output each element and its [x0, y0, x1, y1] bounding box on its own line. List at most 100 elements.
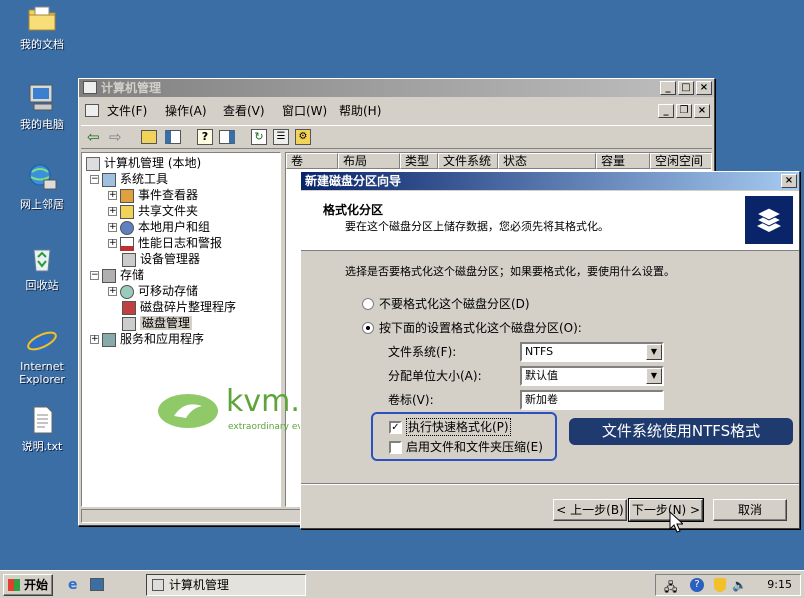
desktop-icon-readme[interactable]: 说明.txt [6, 404, 78, 453]
expand-icon[interactable]: + [108, 287, 117, 296]
disk-stack-icon [745, 196, 793, 244]
settings-icon[interactable]: ⚙ [295, 129, 311, 145]
menu-view[interactable]: 查看(V) [223, 101, 265, 121]
annotation-text: 文件系统使用NTFS格式 [601, 422, 761, 440]
expand-icon[interactable]: + [108, 223, 117, 232]
volume-tray-icon[interactable]: 🔈 [732, 578, 747, 592]
tree-item-services[interactable]: + 服务和应用程序 [90, 331, 204, 347]
removable-storage-icon [120, 284, 134, 299]
allocation-unit-select[interactable]: 默认值 ▼ [520, 366, 664, 386]
tree-item-label: 存储 [120, 268, 145, 282]
main-title-bar[interactable]: 计算机管理 _ □ × [79, 79, 714, 97]
menu-action[interactable]: 操作(A) [165, 101, 207, 121]
start-button[interactable]: 开始 [3, 574, 53, 596]
tree-item-performance-logs[interactable]: + 性能日志和警报 [108, 235, 222, 251]
column-header-layout[interactable]: 布局 [338, 153, 400, 169]
properties-icon[interactable] [219, 130, 235, 144]
export-icon[interactable]: ☰ [273, 129, 289, 145]
collapse-icon[interactable]: − [90, 175, 99, 184]
column-header-free-space[interactable]: 空闲空间 [650, 153, 711, 169]
clock: 9:15 [767, 578, 792, 591]
desktop-icon-label: Internet Explorer [19, 360, 65, 386]
network-tray-icon[interactable]: 🖧 [664, 578, 677, 598]
menu-help[interactable]: 帮助(H) [339, 101, 381, 121]
child-restore-button[interactable]: ❐ [676, 104, 692, 118]
menu-window[interactable]: 窗口(W) [282, 101, 327, 121]
desktop-icon-recycle-bin[interactable]: 回收站 [6, 243, 78, 292]
dropdown-arrow-icon[interactable]: ▼ [646, 368, 662, 384]
next-button[interactable]: 下一步(N) > [628, 498, 704, 522]
child-close-button[interactable]: × [694, 104, 710, 118]
wizard-title-bar[interactable]: 新建磁盘分区向导 × [301, 172, 799, 190]
collapse-icon[interactable]: − [90, 271, 99, 280]
compression-label[interactable]: 启用文件和文件夹压缩(E) [406, 438, 543, 456]
taskbar: 开始 e 计算机管理 🖧 ? 🔈 9:15 [0, 570, 804, 598]
storage-icon [102, 268, 116, 283]
event-viewer-icon [120, 188, 134, 203]
help-tray-icon[interactable]: ? [690, 578, 704, 592]
tree-item-storage[interactable]: − 存储 [90, 267, 144, 283]
radio-format-label[interactable]: 按下面的设置格式化这个磁盘分区(O): [379, 319, 582, 337]
quick-format-label[interactable]: 执行快速格式化(P) [406, 418, 511, 436]
quicklaunch-ie-icon[interactable]: e [68, 577, 78, 593]
expand-icon[interactable]: + [108, 239, 117, 248]
expand-icon[interactable]: + [108, 191, 117, 200]
tree-item-label: 本地用户和组 [138, 220, 211, 234]
maximize-button[interactable]: □ [678, 81, 694, 95]
taskbar-task-computer-management[interactable]: 计算机管理 [146, 574, 306, 596]
tree-item-removable-storage[interactable]: + 可移动存储 [108, 283, 198, 299]
menu-bar: 文件(F) 操作(A) 查看(V) 窗口(W) 帮助(H) _ ❐ × [81, 101, 712, 121]
tree-pane[interactable]: 计算机管理 (本地) − 系统工具 + 事件查看器 + 共享文件夹 + 本地用户和组 +… [81, 152, 281, 507]
minimize-button[interactable]: _ [660, 81, 676, 95]
tree-item-root[interactable]: 计算机管理 (本地) [86, 155, 201, 171]
desktop-icon-network[interactable]: 网上邻居 [6, 162, 78, 211]
wizard-close-button[interactable]: × [781, 174, 797, 188]
folder-documents-icon [26, 2, 58, 34]
compression-checkbox[interactable] [389, 441, 402, 454]
ie-icon: e [26, 324, 58, 359]
text-file-icon [26, 404, 58, 436]
menu-file[interactable]: 文件(F) [107, 101, 147, 121]
tree-item-event-viewer[interactable]: + 事件查看器 [108, 187, 198, 203]
tree-item-label: 可移动存储 [138, 284, 199, 298]
filesystem-select[interactable]: NTFS ▼ [520, 342, 664, 362]
tree-item-device-manager[interactable]: 设备管理器 [122, 251, 200, 267]
dropdown-arrow-icon[interactable]: ▼ [646, 344, 662, 360]
tree-item-local-users[interactable]: + 本地用户和组 [108, 219, 210, 235]
expand-icon[interactable]: + [90, 335, 99, 344]
recycle-bin-icon [26, 243, 58, 275]
refresh-icon[interactable]: ↻ [251, 129, 267, 145]
column-header-volume[interactable]: 卷 [286, 153, 338, 169]
annotation-badge: 文件系统使用NTFS格式 [569, 418, 793, 445]
desktop-icon-my-documents[interactable]: 我的文档 [6, 2, 78, 51]
quicklaunch-desktop-icon[interactable] [90, 578, 104, 591]
radio-format[interactable] [362, 322, 374, 334]
show-tree-icon[interactable] [165, 130, 181, 144]
tree-item-shared-folders[interactable]: + 共享文件夹 [108, 203, 198, 219]
column-header-status[interactable]: 状态 [498, 153, 596, 169]
column-header-filesystem[interactable]: 文件系统 [438, 153, 498, 169]
forward-arrow-icon[interactable]: ⇨ [109, 128, 122, 146]
radio-no-format-label[interactable]: 不要格式化这个磁盘分区(D) [379, 295, 530, 313]
quick-format-checkbox[interactable]: ✓ [389, 421, 402, 434]
back-button[interactable]: < 上一步(B) [553, 499, 627, 521]
tree-item-system-tools[interactable]: − 系统工具 [90, 171, 168, 187]
up-folder-icon[interactable] [141, 130, 157, 144]
tree-item-defragmenter[interactable]: 磁盘碎片整理程序 [122, 299, 236, 315]
help-icon[interactable]: ? [197, 129, 213, 145]
tree-item-disk-management[interactable]: 磁盘管理 [122, 315, 193, 331]
desktop-icon-internet-explorer[interactable]: e Internet Explorer [6, 324, 78, 386]
back-arrow-icon[interactable]: ⇦ [87, 128, 100, 146]
child-minimize-button[interactable]: _ [658, 104, 674, 118]
security-tray-icon[interactable] [714, 578, 726, 592]
services-icon [102, 332, 116, 347]
column-header-type[interactable]: 类型 [400, 153, 438, 169]
allocation-unit-label: 分配单位大小(A): [388, 369, 482, 383]
radio-no-format[interactable] [362, 298, 374, 310]
cancel-button[interactable]: 取消 [713, 499, 787, 521]
volume-label-input[interactable]: 新加卷 [520, 390, 664, 410]
close-button[interactable]: × [696, 81, 712, 95]
expand-icon[interactable]: + [108, 207, 117, 216]
desktop-icon-my-computer[interactable]: 我的电脑 [6, 82, 78, 131]
column-header-capacity[interactable]: 容量 [596, 153, 650, 169]
